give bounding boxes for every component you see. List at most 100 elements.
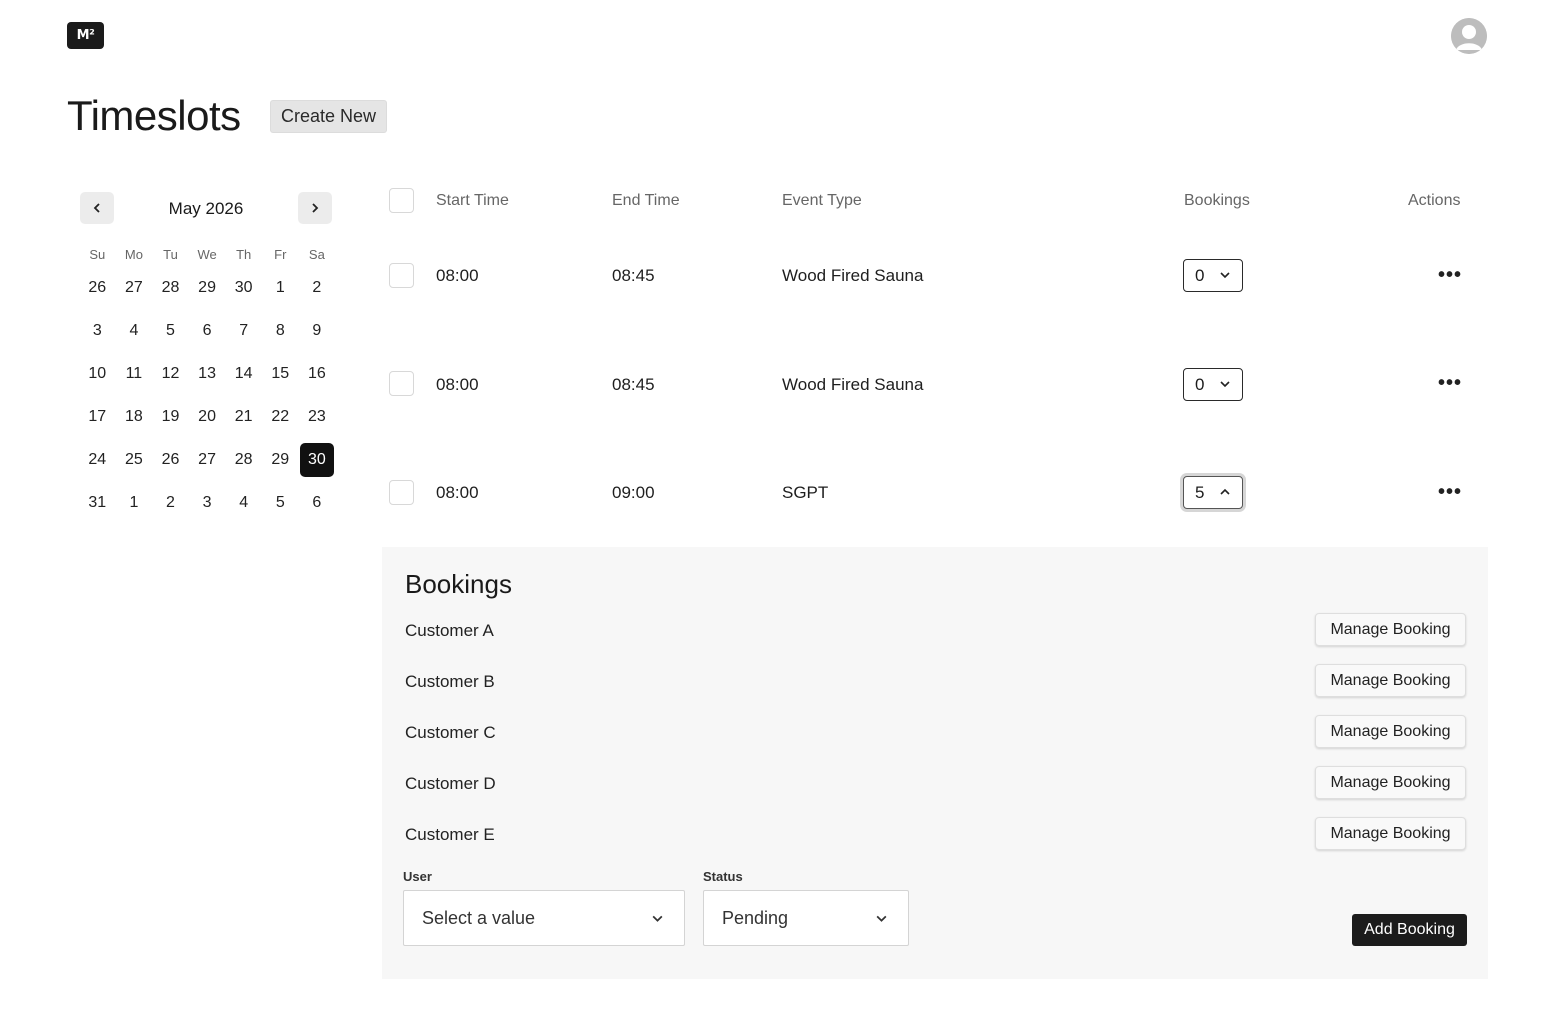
- column-header-end-time[interactable]: End Time: [612, 192, 680, 210]
- weekday-label: We: [197, 247, 217, 262]
- calendar-day[interactable]: 17: [79, 395, 116, 438]
- row-actions-more-icon[interactable]: •••: [1438, 372, 1462, 395]
- calendar-day[interactable]: 28: [152, 266, 189, 309]
- calendar-day-number: 12: [161, 364, 180, 382]
- manage-booking-button[interactable]: Manage Booking: [1315, 613, 1466, 646]
- calendar-day[interactable]: 5: [152, 309, 189, 352]
- calendar-day-number: 29: [198, 278, 216, 296]
- calendar-day[interactable]: 13: [189, 352, 226, 395]
- calendar-day-number: 26: [88, 278, 107, 296]
- calendar-day[interactable]: 16: [299, 352, 336, 395]
- calendar-day[interactable]: 26: [152, 438, 189, 481]
- column-header-bookings[interactable]: Bookings: [1184, 192, 1250, 210]
- calendar-day[interactable]: 8: [262, 309, 299, 352]
- calendar-day[interactable]: 24: [79, 438, 116, 481]
- user-field-label: User: [403, 869, 432, 884]
- calendar-day-number: 7: [239, 321, 249, 339]
- calendar-day-number: 30: [299, 442, 334, 477]
- add-booking-button[interactable]: Add Booking: [1352, 914, 1467, 946]
- calendar-day-number: 2: [166, 493, 175, 511]
- calendar-day[interactable]: 25: [116, 438, 153, 481]
- chevron-up-icon: [1220, 488, 1230, 495]
- calendar-day[interactable]: 1: [262, 266, 299, 309]
- calendar-day[interactable]: 12: [152, 352, 189, 395]
- calendar-day[interactable]: 28: [225, 438, 262, 481]
- bookings-count: 5: [1195, 482, 1205, 502]
- calendar-day[interactable]: 31: [79, 481, 116, 524]
- calendar-day[interactable]: 11: [116, 352, 153, 395]
- user-select[interactable]: Select a value: [403, 890, 685, 946]
- calendar-day[interactable]: 27: [116, 266, 153, 309]
- customer-name: Customer B: [405, 672, 495, 691]
- calendar-day[interactable]: 7: [225, 309, 262, 352]
- calendar-day-number: 8: [275, 321, 285, 339]
- row-actions-more-icon[interactable]: •••: [1438, 264, 1462, 287]
- user-avatar-icon[interactable]: [1451, 18, 1487, 54]
- calendar-day-number: 5: [166, 321, 175, 339]
- calendar-day-selected[interactable]: 30: [299, 438, 336, 481]
- calendar-day[interactable]: 29: [189, 266, 226, 309]
- calendar-day[interactable]: 21: [225, 395, 262, 438]
- weekday-label: Su: [89, 247, 106, 262]
- calendar-day[interactable]: 3: [189, 481, 226, 524]
- weekday-label: Th: [236, 247, 252, 262]
- calendar-day[interactable]: 2: [299, 266, 336, 309]
- calendar-day[interactable]: 26: [79, 266, 116, 309]
- row-checkbox[interactable]: [389, 263, 414, 288]
- calendar-day-number: 15: [271, 364, 290, 382]
- column-header-event-type[interactable]: Event Type: [782, 192, 862, 210]
- manage-booking-button[interactable]: Manage Booking: [1315, 766, 1466, 799]
- calendar-day[interactable]: 18: [116, 395, 153, 438]
- bookings-count-toggle[interactable]: 5: [1183, 476, 1243, 509]
- chevron-down-icon: [1220, 381, 1230, 388]
- calendar-day[interactable]: 2: [152, 481, 189, 524]
- calendar-day[interactable]: 1: [116, 481, 153, 524]
- row-checkbox[interactable]: [389, 371, 414, 396]
- calendar-day[interactable]: 10: [79, 352, 116, 395]
- calendar-day[interactable]: 29: [262, 438, 299, 481]
- calendar-day[interactable]: 15: [262, 352, 299, 395]
- row-checkbox[interactable]: [389, 480, 414, 505]
- calendar-day-number: 9: [312, 321, 322, 339]
- calendar-day[interactable]: 5: [262, 481, 299, 524]
- select-all-checkbox[interactable]: [389, 188, 414, 213]
- bookings-count-toggle[interactable]: 0: [1183, 368, 1243, 401]
- calendar-day-number: 3: [202, 493, 212, 511]
- calendar-day[interactable]: 14: [225, 352, 262, 395]
- calendar-day[interactable]: 6: [189, 309, 226, 352]
- chevron-down-icon: [1220, 272, 1230, 279]
- calendar-day-number: 18: [124, 407, 143, 425]
- calendar-day[interactable]: 19: [152, 395, 189, 438]
- customer-name: Customer A: [405, 621, 494, 640]
- calendar-day[interactable]: 22: [262, 395, 299, 438]
- calendar-day[interactable]: 20: [189, 395, 226, 438]
- calendar-day[interactable]: 23: [299, 395, 336, 438]
- manage-booking-button[interactable]: Manage Booking: [1315, 664, 1466, 697]
- calendar-day[interactable]: 27: [189, 438, 226, 481]
- calendar-day-number: 6: [312, 493, 322, 511]
- calendar-day-number: 19: [161, 407, 180, 425]
- calendar-day-number: 6: [202, 321, 212, 339]
- bookings-panel: Bookings Customer A Manage Booking Custo…: [382, 547, 1488, 979]
- calendar-day[interactable]: 4: [116, 309, 153, 352]
- create-new-button[interactable]: Create New: [270, 100, 388, 133]
- row-end-time: 09:00: [612, 483, 655, 502]
- row-actions-more-icon[interactable]: •••: [1438, 481, 1462, 504]
- weekday-label: Tu: [163, 247, 178, 262]
- next-month-button[interactable]: [298, 192, 332, 224]
- calendar-day[interactable]: 4: [225, 481, 262, 524]
- calendar-day-number: 13: [198, 364, 216, 382]
- column-header-actions: Actions: [1408, 192, 1461, 209]
- column-header-start-time[interactable]: Start Time: [436, 192, 509, 210]
- bookings-count-toggle[interactable]: 0: [1183, 259, 1243, 292]
- manage-booking-button[interactable]: Manage Booking: [1315, 715, 1466, 748]
- calendar-day[interactable]: 30: [225, 266, 262, 309]
- calendar-day[interactable]: 6: [299, 481, 336, 524]
- calendar-day[interactable]: 3: [79, 309, 116, 352]
- calendar-day[interactable]: 9: [299, 309, 336, 352]
- calendar-day-number: 26: [161, 450, 180, 468]
- calendar-day-number: 1: [275, 278, 285, 296]
- logo[interactable]: M²: [67, 22, 104, 49]
- status-select[interactable]: Pending: [703, 890, 909, 946]
- manage-booking-button[interactable]: Manage Booking: [1315, 817, 1466, 850]
